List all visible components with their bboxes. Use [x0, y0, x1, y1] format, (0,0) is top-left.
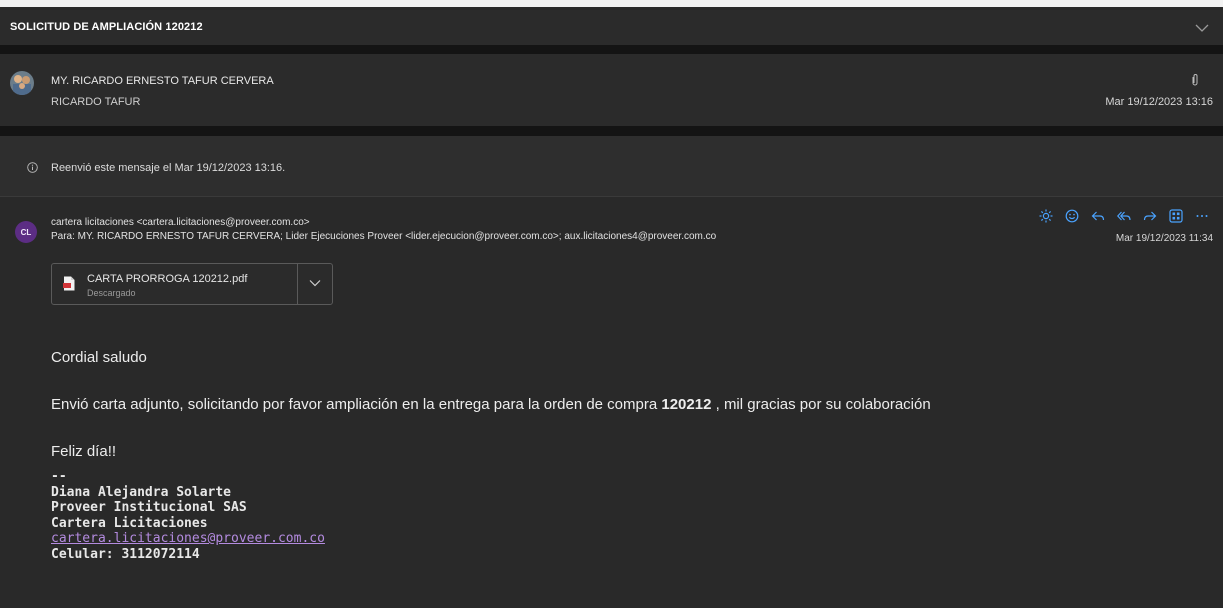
recipients-line[interactable]: Para: MY. RICARDO ERNESTO TAFUR CERVERA;…	[51, 231, 716, 242]
divider	[0, 45, 1223, 54]
info-icon	[27, 162, 38, 173]
attachment-name[interactable]: CARTA PRORROGA 120212.pdf	[87, 273, 247, 285]
divider	[0, 126, 1223, 136]
reply-icon[interactable]	[1091, 209, 1105, 223]
avatar[interactable]	[10, 71, 34, 95]
divider	[297, 264, 298, 304]
body-text: , mil gracias por su colaboración	[711, 396, 931, 413]
signature-name: Diana Alejandra Solarte	[51, 484, 232, 500]
chevron-down-icon[interactable]	[1195, 23, 1209, 33]
reply-all-icon[interactable]	[1117, 209, 1131, 223]
greeting: Cordial saludo	[51, 349, 147, 366]
signature-department: Cartera Licitaciones	[51, 515, 208, 531]
emoji-icon[interactable]	[1065, 209, 1079, 223]
top-strip	[0, 0, 1223, 7]
order-number: 120212	[661, 396, 712, 413]
attachment-card[interactable]: CARTA PRORROGA 120212.pdf Descargado	[51, 263, 333, 305]
signature-email-link[interactable]: cartera.licitaciones@proveer.com.co	[51, 531, 325, 547]
apps-icon[interactable]	[1169, 209, 1183, 223]
thread-header[interactable]: MY. RICARDO ERNESTO TAFUR CERVERA RICARD…	[0, 54, 1223, 126]
from-line[interactable]: cartera licitaciones <cartera.licitacion…	[51, 217, 310, 228]
sender-name: MY. RICARDO ERNESTO TAFUR CERVERA	[51, 75, 274, 87]
message-date: Mar 19/12/2023 11:34	[1115, 233, 1213, 244]
signature-phone: Celular: 3112072114	[51, 546, 200, 562]
avatar[interactable]: CL	[15, 221, 37, 243]
email-subject: SOLICITUD DE AMPLIACIÓN 120212	[10, 21, 203, 33]
signature: -- Diana Alejandra Solarte Proveer Insti…	[51, 469, 325, 562]
more-icon[interactable]	[1195, 209, 1209, 223]
closing: Feliz día!!	[51, 443, 117, 460]
subject-bar: SOLICITUD DE AMPLIACIÓN 120212	[0, 7, 1223, 45]
forward-icon[interactable]	[1143, 209, 1157, 223]
sender-display-name: RICARDO TAFUR	[51, 96, 141, 108]
pdf-icon	[63, 276, 75, 291]
paperclip-icon	[1192, 74, 1198, 86]
chevron-down-icon[interactable]	[309, 279, 321, 287]
forward-notice-text: Reenvió este mensaje el Mar 19/12/2023 1…	[51, 162, 286, 174]
body-paragraph: Envió carta adjunto, solicitando por fav…	[51, 396, 931, 413]
attachment-status: Descargado	[87, 288, 136, 298]
message-actions	[1039, 208, 1209, 224]
signature-separator: --	[51, 469, 67, 484]
thread-date: Mar 19/12/2023 13:16	[1105, 96, 1213, 108]
sun-icon[interactable]	[1039, 209, 1053, 223]
signature-company: Proveer Institucional SAS	[51, 500, 247, 515]
forward-notice: Reenvió este mensaje el Mar 19/12/2023 1…	[0, 136, 1223, 197]
body-text: Envió carta adjunto, solicitando por fav…	[51, 396, 662, 413]
message: CL cartera licitaciones <cartera.licitac…	[0, 197, 1223, 608]
